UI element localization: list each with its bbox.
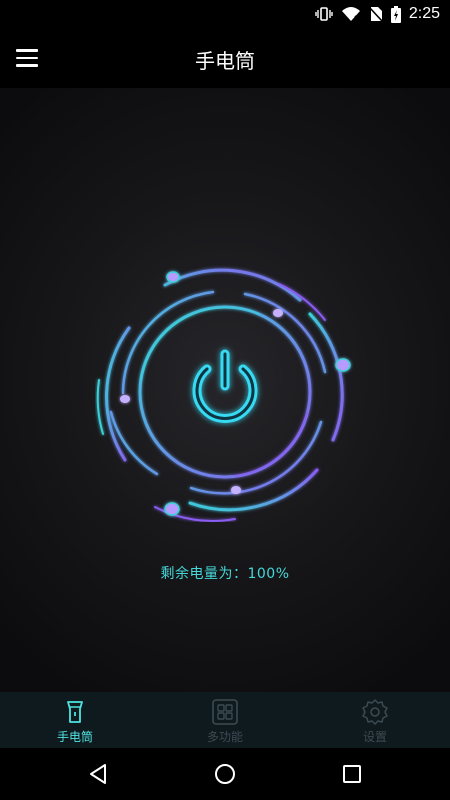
nav-item-multifunction[interactable]: 多功能 xyxy=(150,692,300,748)
battery-level-text: 剩余电量为：100% xyxy=(160,566,290,582)
app-screen: 2:25 手电筒 剩余电量为：100% 手电筒 多功能 设置 xyxy=(0,0,450,800)
status-bar: 2:25 xyxy=(0,0,450,28)
page-title: 手电筒 xyxy=(195,49,255,73)
gear-icon xyxy=(362,699,388,725)
nav-label-multifunction: 多功能 xyxy=(206,730,243,744)
vibrate-icon xyxy=(315,7,333,21)
wifi-icon xyxy=(341,7,360,21)
nav-label-flashlight: 手电筒 xyxy=(56,730,93,744)
home-icon[interactable] xyxy=(213,762,237,786)
flashlight-icon xyxy=(67,701,83,723)
power-icon xyxy=(192,349,258,423)
status-time: 2:25 xyxy=(408,5,440,22)
system-nav-bar xyxy=(0,748,450,800)
nav-label-settings: 设置 xyxy=(362,730,387,744)
power-button[interactable] xyxy=(180,342,270,432)
bottom-nav: 手电筒 多功能 设置 xyxy=(0,692,450,748)
status-icons: 2:25 xyxy=(315,4,440,24)
app-bar: 手电筒 xyxy=(0,28,450,88)
battery-charging-icon xyxy=(390,5,401,23)
nav-item-flashlight[interactable]: 手电筒 xyxy=(0,692,150,748)
back-icon[interactable] xyxy=(86,762,110,786)
recents-icon[interactable] xyxy=(340,762,364,786)
grid-icon xyxy=(212,699,238,725)
nav-item-settings[interactable]: 设置 xyxy=(300,692,450,748)
no-sim-icon xyxy=(369,7,383,22)
